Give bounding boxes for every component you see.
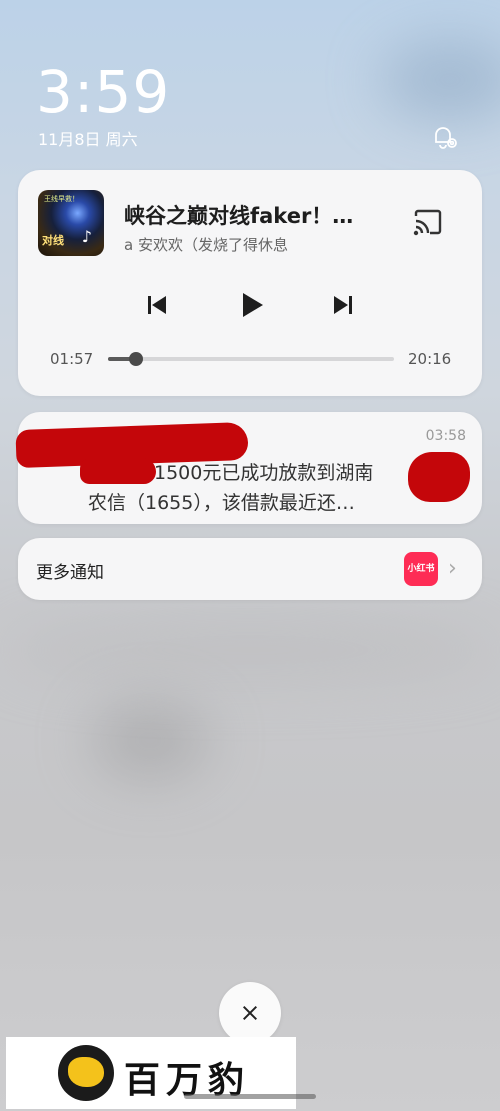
redaction-mark [80, 458, 156, 484]
previous-track-icon[interactable] [142, 290, 172, 320]
more-notifications-label: 更多通知 [36, 563, 104, 583]
more-notifications-row[interactable]: 更多通知 小红书 › [18, 538, 482, 600]
progress-bar[interactable] [108, 352, 394, 366]
media-artist: a 安欢欢（发烧了得休息 [124, 236, 288, 254]
lockscreen-clock: 3:59 [36, 58, 171, 126]
background-blur [380, 40, 500, 120]
background-blur [90, 700, 210, 780]
notification-settings-icon[interactable] [430, 122, 460, 152]
chevron-right-icon: › [448, 556, 457, 581]
media-player-card[interactable]: 王线早救！ 对线 ♪ 峡谷之巅对线faker！… a 安欢欢（发烧了得休息 01… [18, 170, 482, 396]
cast-icon[interactable] [412, 208, 444, 236]
douyin-logo-icon: ♪ [81, 227, 92, 246]
cover-top-text: 王线早救！ [44, 195, 79, 203]
album-cover[interactable]: 王线早救！ 对线 ♪ [38, 190, 104, 256]
home-indicator[interactable] [184, 1094, 316, 1099]
play-icon[interactable] [236, 290, 266, 320]
notification-text-line1: 1500元已成功放款到湖南 [154, 462, 374, 484]
close-icon [242, 1005, 258, 1021]
background-blur [0, 620, 500, 680]
notification-time: 03:58 [425, 428, 466, 444]
leopard-logo-icon [58, 1045, 114, 1101]
notification-text-line2: 农信（1655），该借款最近还… [88, 492, 355, 514]
cover-caption: 对线 [42, 234, 64, 247]
media-title: 峡谷之巅对线faker！… [124, 204, 354, 228]
lockscreen-date: 11月8日 周六 [38, 130, 138, 149]
elapsed-time: 01:57 [50, 350, 94, 368]
loan-notification-card[interactable]: 03:58 1500元已成功放款到湖南 农信（1655），该借款最近还… [15, 412, 482, 524]
total-time: 20:16 [408, 350, 452, 368]
xiaohongshu-app-icon: 小红书 [404, 552, 438, 586]
clear-notifications-button[interactable] [219, 982, 281, 1044]
progress-knob[interactable] [128, 352, 143, 366]
redaction-mark [408, 452, 470, 502]
next-track-icon[interactable] [328, 290, 358, 320]
